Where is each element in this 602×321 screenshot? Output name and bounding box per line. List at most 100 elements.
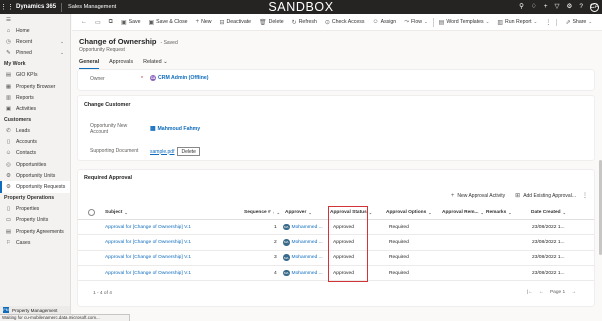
chart-icon: ▤: [5, 72, 12, 79]
approver-avatar: MA: [283, 239, 290, 246]
column-approver[interactable]: Approver ⌄: [285, 206, 312, 219]
sidebar: ☰ ⌂ Home ◷ Recent ⌄ ✎ Pinned ⌄ My Work ▤ GIO K…: [0, 14, 71, 314]
delete-document-button[interactable]: Delete: [177, 147, 200, 156]
plus-icon[interactable]: +: [544, 0, 548, 14]
deactivate-button[interactable]: ⊟ Deactivate: [215, 19, 255, 26]
tab-approvals[interactable]: Approvals: [109, 59, 133, 69]
save-status: - Saved: [160, 40, 178, 46]
more-icon[interactable]: ⋮: [582, 192, 588, 199]
back-button[interactable]: ←: [77, 19, 91, 25]
chevron-down-icon: ⌄: [368, 211, 372, 215]
subgrid-commands: + New Approval Activity ⊞ Add Existing App…: [451, 192, 576, 200]
sidebar-item-opportunity-units[interactable]: ⚙ Opportunity Units: [0, 170, 70, 181]
owner-lookup[interactable]: CA CRM Admin (Offline): [150, 75, 209, 81]
document-link[interactable]: sample.pdf: [150, 149, 174, 155]
app-name[interactable]: Sales Management: [62, 4, 116, 10]
column-date-created[interactable]: Date Created ⌄: [531, 206, 566, 219]
sidebar-item-property-units[interactable]: ▭ Property Units: [0, 215, 70, 226]
sidebar-item-property-browser[interactable]: ▦ Property Browser: [0, 81, 70, 92]
sidebar-item-accounts[interactable]: ▯ Accounts: [0, 137, 70, 148]
column-subject[interactable]: Subject ⌄: [105, 206, 128, 219]
column-sequence[interactable]: Sequence # ↑ ⌄: [244, 206, 280, 219]
form-selector-button[interactable]: ▭: [91, 19, 105, 26]
check-access-button[interactable]: ⊙ Check Access: [321, 19, 369, 26]
assign-button[interactable]: ☺ Assign: [368, 19, 400, 25]
delete-button[interactable]: 🗑 Delete: [255, 19, 288, 26]
first-page-icon[interactable]: |←: [527, 290, 533, 295]
save-button[interactable]: ▣ Save: [117, 19, 145, 26]
search-icon[interactable]: ⚲: [519, 0, 524, 14]
sidebar-item-contacts[interactable]: ☺ Contacts: [0, 148, 70, 159]
chevron-down-icon: ⌄: [533, 19, 538, 24]
sidebar-item-properties[interactable]: ▯ Properties: [0, 204, 70, 215]
sidebar-menu-toggle[interactable]: ☰: [0, 14, 70, 25]
table-row[interactable]: Approval for [Change of Ownership] V.1 4…: [78, 266, 594, 282]
select-all-checkbox[interactable]: [88, 206, 95, 219]
run-report-button[interactable]: ▥ Run Report ⌄: [493, 19, 541, 26]
subject-link[interactable]: Approval for [Change of Ownership] V.1: [105, 235, 191, 249]
sidebar-item-cases[interactable]: ⚐ Cases: [0, 237, 70, 248]
area-switcher[interactable]: PM Property Management: [0, 306, 70, 314]
save-and-close-button[interactable]: ▣ Save & Close: [144, 19, 191, 26]
sidebar-item-property-agreements[interactable]: ▤ Property Agreements: [0, 226, 70, 237]
filter-icon[interactable]: ▽: [555, 0, 560, 14]
brand-name[interactable]: Dynamics 365: [14, 2, 63, 12]
approver-lookup[interactable]: MA Mohammed ...: [283, 266, 323, 280]
table-row[interactable]: Approval for [Change of Ownership] V.1 3…: [78, 251, 594, 266]
approval-options-cell: Required: [389, 270, 409, 276]
next-page-icon[interactable]: →: [571, 290, 576, 295]
lightbulb-icon[interactable]: ♢: [531, 0, 537, 14]
sidebar-item-opportunities[interactable]: ◎ Opportunities: [0, 159, 70, 170]
sidebar-item-activities[interactable]: ▣ Activities: [0, 103, 70, 114]
sidebar-item-leads[interactable]: ✆ Leads: [0, 126, 70, 137]
sidebar-item-recent[interactable]: ◷ Recent ⌄: [0, 36, 70, 47]
sidebar-item-home[interactable]: ⌂ Home: [0, 25, 70, 36]
subject-link[interactable]: Approval for [Change of Ownership] V.1: [105, 266, 191, 280]
command-bar: ← ▭ ⧉ ▣ Save ▣ Save & Close + New ⊟ Deactiva…: [72, 14, 602, 31]
add-existing-icon: ⊞: [515, 193, 521, 199]
sidebar-item-gio-kpis[interactable]: ▤ GIO KPIs: [0, 70, 70, 81]
help-icon[interactable]: ?: [579, 0, 583, 14]
column-remarks[interactable]: Remarks ⌄: [486, 206, 511, 219]
new-account-lookup[interactable]: ▦ Mahmoud Fahmy: [150, 126, 200, 132]
tab-related[interactable]: Related ⌄: [143, 59, 168, 69]
column-approval-remarks[interactable]: Approval Rem... ⌄: [442, 206, 484, 219]
subject-link[interactable]: Approval for [Change of Ownership] V.1: [105, 220, 191, 234]
popout-button[interactable]: ⧉: [105, 19, 117, 26]
table-row[interactable]: Approval for [Change of Ownership] V.1 1…: [78, 220, 594, 236]
gear-icon[interactable]: ⚙: [567, 0, 573, 14]
sidebar-item-opportunity-requests[interactable]: ⚙ Opportunity Requests: [0, 181, 70, 193]
approver-lookup[interactable]: MA Mohammed ...: [283, 235, 323, 249]
more-commands-button[interactable]: ⋮: [541, 19, 555, 26]
user-avatar[interactable]: CA: [590, 2, 599, 12]
sidebar-item-pinned[interactable]: ✎ Pinned ⌄: [0, 48, 70, 59]
table-row[interactable]: Approval for [Change of Ownership] V.1 2…: [78, 235, 594, 251]
subject-link[interactable]: Approval for [Change of Ownership] V.1: [105, 251, 191, 265]
word-templates-button[interactable]: ▤ Word Templates ⌄: [435, 19, 494, 26]
more-icon: ⋮: [545, 19, 552, 26]
new-button[interactable]: + New: [192, 19, 216, 25]
share-button[interactable]: ⇗ Share ⌄: [556, 18, 596, 26]
chevron-down-icon: ⌄: [124, 211, 128, 215]
approver-lookup[interactable]: MA Mohammed ...: [283, 220, 323, 234]
previous-page-icon[interactable]: ←: [539, 290, 544, 295]
app-launcher-icon[interactable]: ⋮⋮: [0, 0, 14, 14]
column-approval-status[interactable]: Approval Status ⌄: [330, 206, 372, 219]
flow-button[interactable]: ⤳ Flow ⌄: [400, 19, 431, 26]
new-approval-activity-button[interactable]: + New Approval Activity: [451, 192, 505, 199]
approval-options-cell: Required: [389, 255, 409, 261]
column-approval-options[interactable]: Approval Options ⌄: [386, 206, 431, 219]
chevron-down-icon: ⌄: [276, 211, 280, 215]
refresh-button[interactable]: ↻ Refresh: [288, 19, 321, 26]
opportunity-icon: ◎: [6, 161, 11, 168]
page-scrollbar-thumb[interactable]: [599, 160, 602, 255]
sidebar-item-reports[interactable]: ▥ Reports: [0, 92, 70, 103]
approver-lookup[interactable]: MA Mohammed ...: [283, 251, 323, 265]
person-icon: ☺: [5, 150, 12, 157]
add-existing-approval-button[interactable]: ⊞ Add Existing Approval...: [515, 192, 576, 200]
tab-general[interactable]: General: [79, 59, 100, 69]
page-title: Change of Ownership: [79, 37, 157, 46]
deactivate-icon: ⊟: [219, 19, 225, 26]
supporting-document-label: Supporting Document: [90, 148, 139, 154]
top-bar: ⋮⋮ Dynamics 365 Sales Management: [0, 0, 602, 14]
